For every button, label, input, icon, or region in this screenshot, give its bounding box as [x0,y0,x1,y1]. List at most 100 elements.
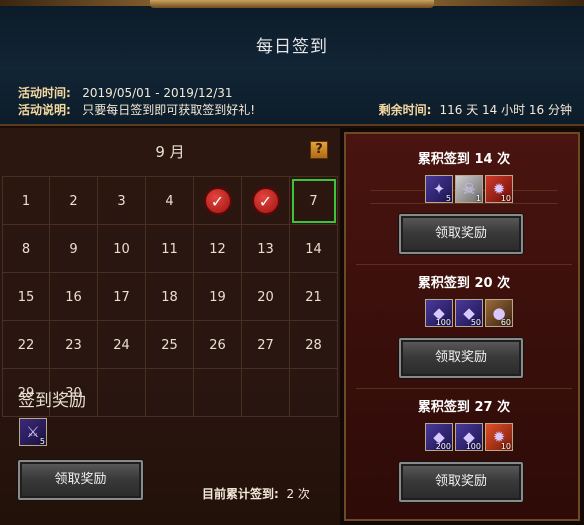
calendar-day[interactable]: 1 [2,177,50,225]
tier-reward-item[interactable]: ◆ 50 [455,299,483,327]
cumulative-value: 2 次 [286,487,310,501]
calendar-grid: 1 2 3 4 ✓ ✓ 7 8 9 10 11 12 13 14 15 16 17 18 19 20 21 22 23 24 2… [2,176,338,417]
calendar-day[interactable]: ✓ [194,177,242,225]
claim-reward-button[interactable]: 领取奖励 [18,460,143,500]
calendar-day[interactable]: 2 [50,177,98,225]
event-time-value: 2019/05/01 - 2019/12/31 [82,86,233,100]
calendar-day-number: 3 [117,193,126,209]
tier-claim-button[interactable]: 领取奖励 [399,462,523,502]
calendar-day-number: 24 [113,337,130,353]
calendar-day[interactable]: 12 [194,225,242,273]
calendar-day[interactable]: 23 [50,321,98,369]
calendar-day[interactable]: 24 [98,321,146,369]
calendar-day[interactable]: 17 [98,273,146,321]
tier-claim-button[interactable]: 领取奖励 [399,338,523,378]
remaining-time-value: 116 天 14 小时 16 分钟 [439,103,572,117]
calendar-day-number: 26 [209,337,226,353]
calendar-day[interactable]: 11 [146,225,194,273]
calendar-day[interactable]: 25 [146,321,194,369]
item-count: 100 [435,318,451,327]
event-description: 活动说明: 只要每日签到即可获取签到好礼! [18,101,255,118]
calendar-day[interactable]: 20 [242,273,290,321]
calendar-day[interactable]: 4 [146,177,194,225]
calendar-day-number: 11 [161,241,178,257]
calendar-panel: 9 月 ? 1 2 3 4 ✓ ✓ 7 8 9 10 11 12 13 14 15 16 17 18 19 20 21 2… [0,128,340,525]
item-count: 10 [500,442,511,451]
item-count: 60 [500,318,511,327]
calendar-empty-cell [98,369,146,417]
calendar-day-number: 19 [209,289,226,305]
tier-divider [356,264,572,265]
signed-check-icon: ✓ [203,187,232,215]
item-count: 1 [475,194,481,203]
calendar-day-number: 2 [69,193,78,209]
calendar-day[interactable]: 26 [194,321,242,369]
sign-reward-title: 签到奖励 [18,391,86,411]
tier-divider [356,388,572,389]
calendar-day[interactable]: 15 [2,273,50,321]
calendar-day-number: 20 [257,289,274,305]
calendar-day[interactable]: ✓ [242,177,290,225]
calendar-empty-cell [290,369,338,417]
calendar-day-number: 14 [305,241,322,257]
calendar-day-number: 12 [209,241,226,257]
tier-reward-item[interactable]: ✹ 10 [485,423,513,451]
event-time-label: 活动时间: [18,86,71,100]
calendar-day-number: 28 [305,337,322,353]
tier-reward-item[interactable]: ✹ 10 [485,175,513,203]
calendar-week-row: 15 16 17 18 19 20 21 [2,273,338,321]
banner-ornament [150,0,434,8]
calendar-day-number: 25 [161,337,178,353]
event-desc-label: 活动说明: [18,103,71,117]
calendar-day-number: 23 [65,337,82,353]
event-desc-value: 只要每日签到即可获取签到好礼! [82,103,256,117]
calendar-day[interactable]: 22 [2,321,50,369]
calendar-day-number: 10 [113,241,130,257]
calendar-day[interactable]: 27 [242,321,290,369]
event-time: 活动时间: 2019/05/01 - 2019/12/31 [18,84,233,101]
calendar-week-row: 22 23 24 25 26 27 28 [2,321,338,369]
cumulative-label: 目前累计签到: [202,487,279,501]
calendar-week-row: 8 9 10 11 12 13 14 [2,225,338,273]
item-count: 5 [39,437,45,446]
tier-title: 累积签到 14 次 [417,152,511,167]
item-count: 200 [435,442,451,451]
calendar-day-number: 27 [257,337,274,353]
item-count: 5 [445,194,451,203]
cumulative-signin: 目前累计签到: 2 次 [202,485,310,502]
calendar-day-number: 15 [17,289,35,305]
calendar-day-number: 13 [257,241,274,257]
tier-reward-item[interactable]: ◆ 100 [425,299,453,327]
remaining-time-label: 剩余时间: [378,103,432,117]
calendar-day[interactable]: 14 [290,225,338,273]
tier-reward-item[interactable]: ◆ 100 [455,423,483,451]
calendar-day[interactable]: 9 [50,225,98,273]
calendar-day-number: 9 [69,241,78,257]
tier-title: 累积签到 20 次 [417,276,511,291]
calendar-day-number: 1 [21,193,31,209]
calendar-day[interactable]: 19 [194,273,242,321]
tier-reward-item[interactable]: ✦ 5 [425,175,453,203]
item-count: 100 [465,442,481,451]
calendar-day-number: 22 [17,337,35,353]
event-banner: 每日签到 活动时间: 2019/05/01 - 2019/12/31 活动说明:… [0,0,584,126]
calendar-day-number: 8 [21,241,31,257]
calendar-day[interactable]: 3 [98,177,146,225]
calendar-day[interactable]: 7 [290,177,338,225]
tier-claim-button[interactable]: 领取奖励 [399,214,523,254]
calendar-day[interactable]: 28 [290,321,338,369]
calendar-day-number: 21 [305,289,322,305]
calendar-day[interactable]: 16 [50,273,98,321]
calendar-day[interactable]: 8 [2,225,50,273]
calendar-day[interactable]: 10 [98,225,146,273]
calendar-day[interactable]: 13 [242,225,290,273]
help-icon[interactable]: ? [310,141,328,159]
calendar-day[interactable]: 18 [146,273,194,321]
tier-reward-item[interactable]: ● 60 [485,299,513,327]
tier-reward-item[interactable]: ☠ 1 [455,175,483,203]
item-count: 50 [470,318,481,327]
calendar-day-number: 4 [165,193,174,209]
calendar-day[interactable]: 21 [290,273,338,321]
tier-reward-item[interactable]: ◆ 200 [425,423,453,451]
sign-reward-item[interactable]: ⚔ 5 [19,418,47,446]
